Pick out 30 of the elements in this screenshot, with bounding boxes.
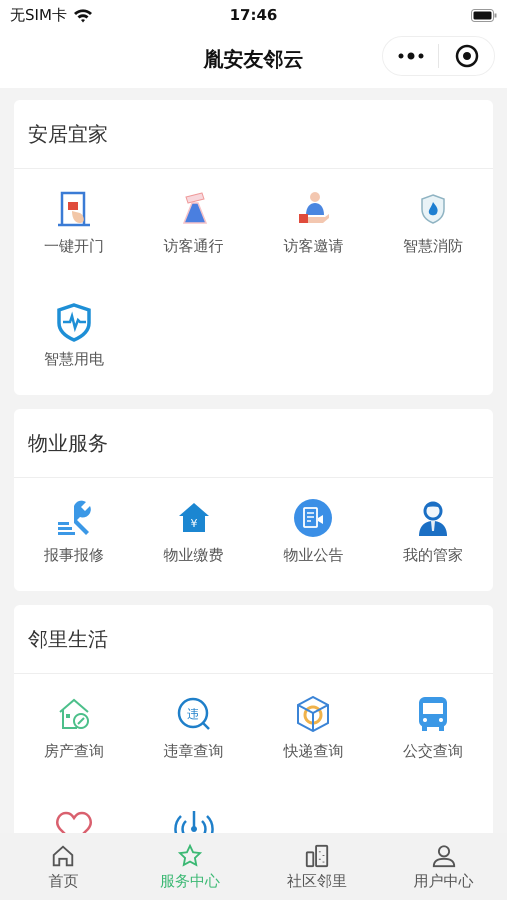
service-label[interactable]: 我的管家	[403, 544, 464, 566]
section-title: 邻里生活	[28, 626, 108, 652]
service-label[interactable]: 智慧用电	[44, 348, 104, 370]
tab-item[interactable]: 社区邻里	[254, 833, 380, 900]
battery-icon	[471, 8, 497, 22]
clock-time: 17:46	[230, 6, 278, 24]
app-title: 胤安友邻云	[204, 46, 304, 72]
service-label[interactable]: 报事报修	[44, 544, 104, 566]
tab-item[interactable]: 用户中心	[380, 833, 507, 900]
service-label[interactable]: 物业公告	[283, 544, 344, 566]
user-icon	[430, 842, 457, 868]
wifi-icon	[72, 8, 93, 22]
service-label[interactable]: 智慧消防	[403, 235, 464, 257]
service-label[interactable]: 物业缴费	[164, 544, 224, 566]
service-label[interactable]: 公交查询	[403, 740, 464, 762]
more-icon[interactable]	[398, 52, 424, 60]
carrier-text: 无SIM卡	[10, 6, 67, 24]
service-label[interactable]: 快递查询	[283, 740, 344, 762]
tab-item[interactable]: 首页	[0, 833, 127, 900]
service-label[interactable]: 一键开门	[44, 235, 104, 257]
service-label[interactable]: 访客邀请	[283, 235, 344, 257]
service-label[interactable]: 违章查询	[164, 740, 224, 762]
service-label[interactable]: 访客通行	[164, 235, 224, 257]
close-icon[interactable]	[454, 44, 478, 68]
section-title: 物业服务	[28, 430, 108, 456]
section-title: 安居宜家	[28, 120, 108, 148]
notice-icon	[293, 498, 334, 538]
service-label[interactable]: 房产查询	[44, 740, 104, 762]
building-icon	[304, 842, 330, 868]
star-icon	[177, 842, 204, 868]
